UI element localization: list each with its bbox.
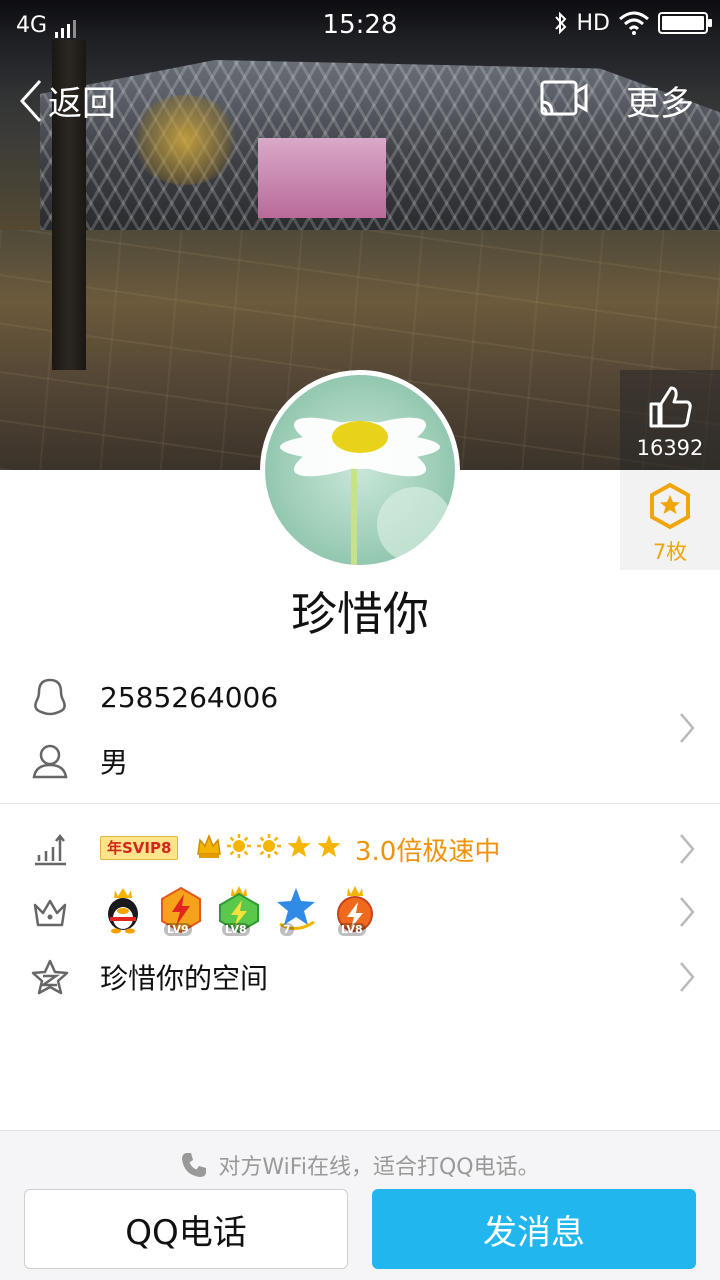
wifi-tip-text: 对方WiFi在线，适合打QQ电话。: [218, 1155, 540, 1180]
like-button[interactable]: 16392: [620, 370, 720, 470]
badge-level: LV8: [338, 923, 366, 936]
like-count: 16392: [636, 436, 704, 460]
badge-level: 7: [280, 923, 294, 936]
back-button[interactable]: 返回: [18, 76, 116, 125]
qzone-label: 珍惜你的空间: [100, 962, 269, 995]
wifi-icon: [619, 11, 649, 35]
speed-status: 3.0倍极速中: [355, 837, 501, 867]
chevron-left-icon: [19, 79, 42, 122]
send-message-button[interactable]: 发消息: [372, 1189, 696, 1269]
penguin-icon: [34, 678, 66, 716]
qzone-row[interactable]: 珍惜你的空间: [0, 948, 720, 1006]
badge-level: LV8: [222, 923, 250, 936]
crown-outline-icon: [33, 899, 67, 927]
back-label: 返回: [48, 84, 116, 124]
more-button[interactable]: 更多: [626, 76, 694, 125]
status-bar: 4G 15:28 HD: [0, 0, 720, 50]
person-icon: [32, 744, 68, 779]
bottom-bar: 对方WiFi在线，适合打QQ电话。 QQ电话 发消息: [0, 1130, 720, 1280]
qzone-star-icon: [31, 959, 69, 995]
qq-penguin-badge[interactable]: [100, 884, 146, 936]
wifi-tip: 对方WiFi在线，适合打QQ电话。: [0, 1149, 720, 1181]
nickname: 珍惜你: [291, 587, 429, 641]
phone-icon: [182, 1153, 207, 1177]
bluetooth-icon: [554, 11, 566, 35]
badge-list: LV9 LV8 7 LV8: [100, 884, 378, 936]
medal-wall-button[interactable]: 7枚: [620, 470, 720, 570]
cast-icon: [540, 80, 588, 116]
star-icon: [317, 835, 341, 857]
qq-number: 2585264006: [100, 680, 279, 714]
qq-number-row[interactable]: 2585264006: [0, 668, 720, 726]
cover-foliage: [130, 95, 240, 185]
sun-icon: [257, 834, 281, 858]
cover-door: [258, 138, 386, 218]
avatar[interactable]: [260, 370, 460, 570]
qq-call-button[interactable]: QQ电话: [24, 1189, 348, 1269]
section-divider: [0, 803, 720, 804]
level-icons: [196, 832, 342, 860]
chevron-right-icon[interactable]: [678, 896, 696, 928]
svip-tag: 年SVIP8: [100, 836, 179, 860]
gender: 男: [100, 746, 129, 779]
chevron-right-icon[interactable]: [678, 961, 696, 993]
penguin-badge-icon: [108, 888, 138, 934]
thumbs-up-icon: [649, 386, 692, 428]
orange-lightning-badge[interactable]: LV8: [332, 884, 378, 936]
blue-star-badge[interactable]: 7: [274, 884, 320, 936]
badge-level: LV9: [164, 923, 192, 936]
lightning-badge[interactable]: LV9: [158, 884, 204, 936]
sun-icon: [227, 834, 251, 858]
battery-icon: [658, 12, 712, 34]
daisy-flower-image: [280, 417, 453, 565]
chevron-right-icon[interactable]: [678, 712, 696, 744]
level-chart-icon: [35, 833, 66, 866]
medal-icon: [650, 482, 690, 530]
cast-button[interactable]: [538, 76, 590, 124]
gender-row[interactable]: 男: [0, 732, 720, 790]
crown-icon: [197, 833, 221, 858]
chevron-right-icon[interactable]: [678, 833, 696, 865]
star-icon: [287, 835, 311, 857]
medal-count: 7枚: [652, 540, 688, 564]
green-lightning-badge[interactable]: LV8: [216, 884, 262, 936]
hd-label: HD: [576, 10, 610, 36]
